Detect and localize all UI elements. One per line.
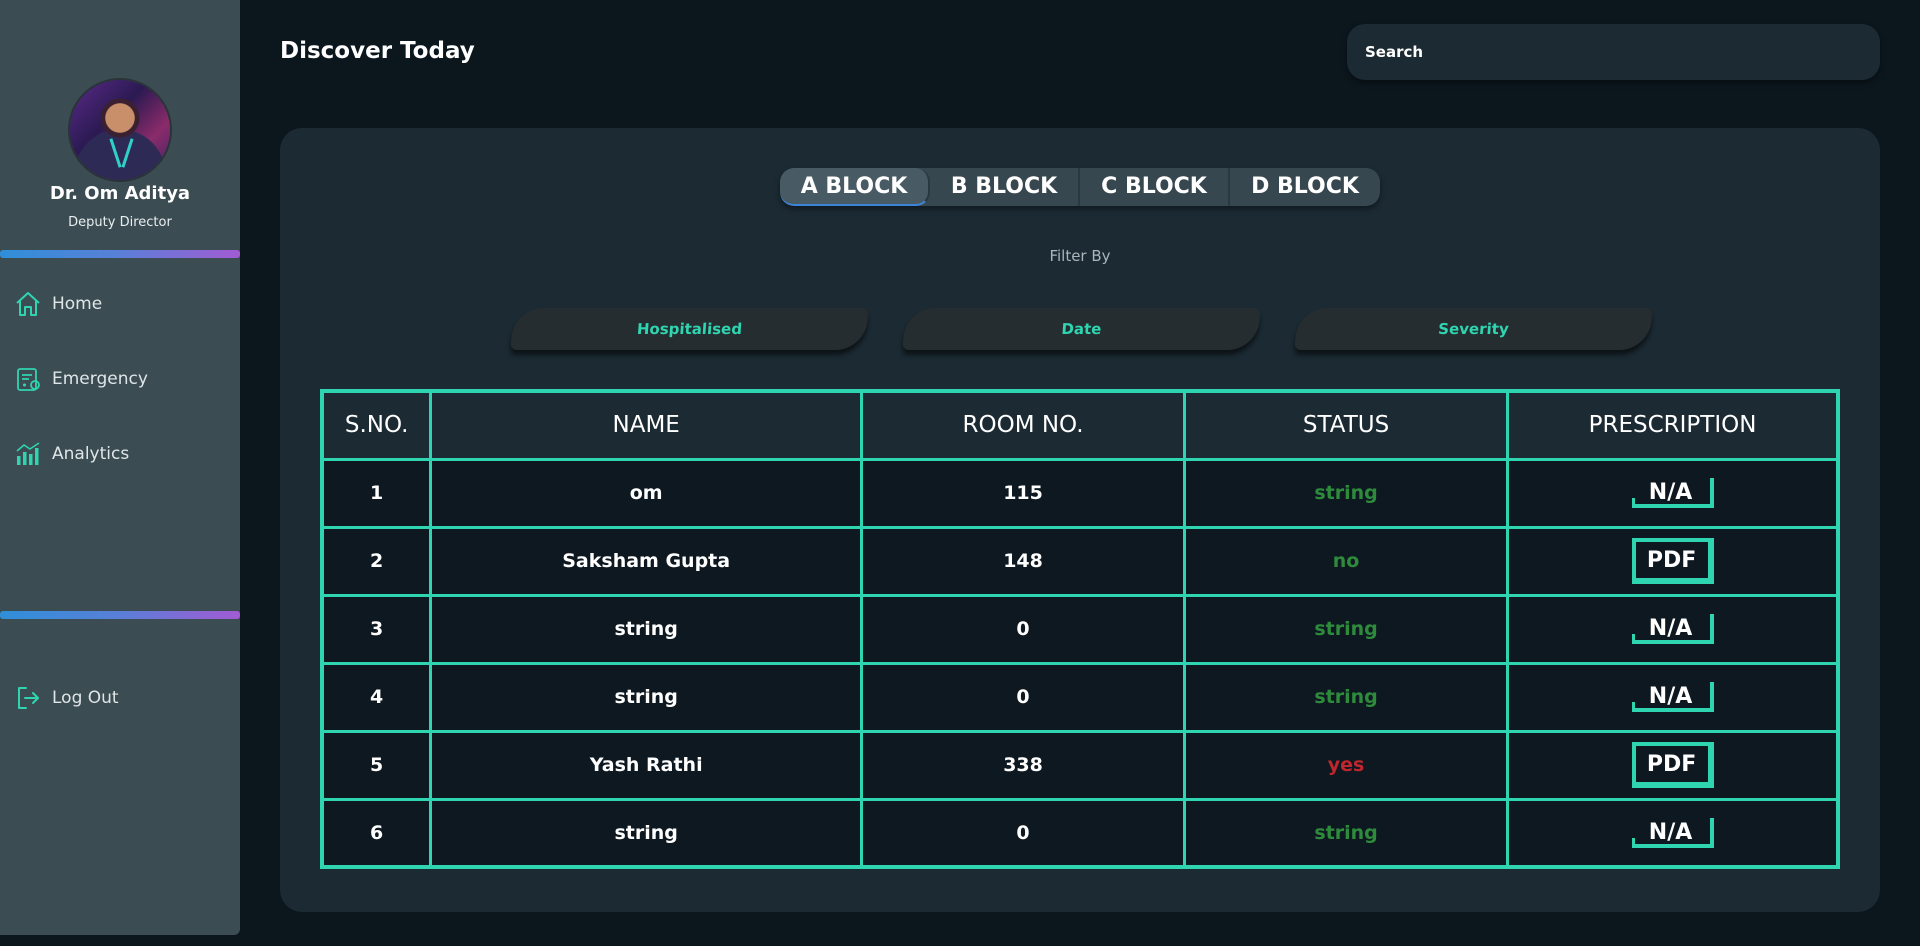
filter-label: Filter By	[1049, 247, 1111, 265]
tab-d-block[interactable]: D BLOCK	[1230, 168, 1380, 206]
logout-button[interactable]: Log Out	[14, 683, 119, 713]
cell-prescription: N/A	[1506, 593, 1840, 665]
page-title: Discover Today	[280, 38, 475, 64]
clipboard-medical-icon	[17, 368, 40, 391]
bar-chart-icon	[16, 442, 40, 465]
user-name: Dr. Om Aditya	[49, 183, 191, 204]
cell-status: string	[1183, 797, 1510, 869]
column-header-sno: S.NO.	[320, 389, 433, 461]
cell-room: 0	[860, 797, 1187, 869]
table-row: 2 Saksham Gupta 148 no PDF	[320, 525, 1840, 597]
nav-item-emergency[interactable]: Emergency	[14, 364, 148, 394]
cell-status: string	[1183, 661, 1510, 733]
cell-prescription: N/A	[1506, 797, 1840, 869]
prescription-na-button[interactable]: N/A	[1631, 478, 1714, 508]
cell-name: string	[429, 593, 864, 665]
table-row: 5 Yash Rathi 338 yes PDF	[320, 729, 1840, 801]
tab-c-block[interactable]: C BLOCK	[1080, 168, 1230, 206]
cell-room: 0	[860, 661, 1187, 733]
tab-b-block[interactable]: B BLOCK	[930, 168, 1080, 206]
table-row: 1 om 115 string N/A	[320, 457, 1840, 529]
cell-name: string	[429, 797, 864, 869]
cell-prescription: PDF	[1506, 525, 1840, 597]
nav-item-label: Analytics	[52, 444, 130, 464]
main-panel: A BLOCK B BLOCK C BLOCK D BLOCK Filter B…	[280, 128, 1880, 912]
table-row: 4 string 0 string N/A	[320, 661, 1840, 733]
home-icon	[16, 292, 40, 316]
prescription-pdf-button[interactable]: PDF	[1631, 538, 1714, 584]
column-header-status: STATUS	[1183, 389, 1510, 461]
avatar-lanyard	[121, 138, 134, 168]
cell-prescription: N/A	[1506, 661, 1840, 733]
divider	[0, 611, 240, 619]
cell-name: string	[429, 661, 864, 733]
patients-table: S.NO. NAME ROOM NO. STATUS PRESCRIPTION …	[320, 389, 1840, 869]
nav-item-home[interactable]: Home	[14, 289, 102, 319]
prescription-na-button[interactable]: N/A	[1631, 614, 1714, 644]
prescription-pdf-button[interactable]: PDF	[1631, 742, 1714, 788]
avatar	[70, 80, 170, 180]
cell-status: yes	[1183, 729, 1510, 801]
cell-status: string	[1183, 593, 1510, 665]
cell-sno: 6	[320, 797, 433, 869]
cell-sno: 5	[320, 729, 433, 801]
cell-sno: 4	[320, 661, 433, 733]
prescription-na-button[interactable]: N/A	[1631, 817, 1714, 848]
cell-name: Saksham Gupta	[429, 525, 864, 597]
table-row: 6 string 0 string N/A	[320, 797, 1840, 869]
logout-label: Log Out	[52, 688, 119, 708]
sidebar: Dr. Om Aditya Deputy Director Home Emerg…	[0, 0, 240, 935]
column-header-name: NAME	[429, 389, 864, 461]
prescription-na-button[interactable]: N/A	[1631, 682, 1714, 712]
filter-date-button[interactable]: Date	[902, 308, 1261, 350]
divider	[0, 250, 240, 258]
cell-room: 115	[860, 457, 1187, 529]
nav-item-label: Emergency	[52, 369, 148, 389]
logout-icon	[18, 687, 39, 709]
cell-status: no	[1183, 525, 1510, 597]
cell-room: 338	[860, 729, 1187, 801]
table-row: 3 string 0 string N/A	[320, 593, 1840, 665]
search-input[interactable]	[1347, 24, 1880, 80]
column-header-prescription: PRESCRIPTION	[1506, 389, 1840, 461]
cell-sno: 3	[320, 593, 433, 665]
cell-room: 0	[860, 593, 1187, 665]
cell-room: 148	[860, 525, 1187, 597]
tab-a-block[interactable]: A BLOCK	[780, 168, 930, 206]
cell-prescription: PDF	[1506, 729, 1840, 801]
cell-name: Yash Rathi	[429, 729, 864, 801]
block-tabs: A BLOCK B BLOCK C BLOCK D BLOCK	[780, 168, 1380, 206]
nav-item-label: Home	[52, 294, 103, 314]
cell-sno: 2	[320, 525, 433, 597]
cell-status: string	[1183, 457, 1510, 529]
table-header-row: S.NO. NAME ROOM NO. STATUS PRESCRIPTION	[320, 389, 1840, 461]
cell-name: om	[429, 457, 864, 529]
nav-item-analytics[interactable]: Analytics	[14, 439, 129, 469]
filter-hospitalised-button[interactable]: Hospitalised	[510, 308, 869, 350]
user-role: Deputy Director	[68, 215, 172, 230]
cell-sno: 1	[320, 457, 433, 529]
cell-prescription: N/A	[1506, 457, 1840, 529]
filter-severity-button[interactable]: Severity	[1294, 308, 1653, 350]
column-header-room: ROOM NO.	[860, 389, 1187, 461]
avatar-lanyard	[109, 138, 122, 168]
